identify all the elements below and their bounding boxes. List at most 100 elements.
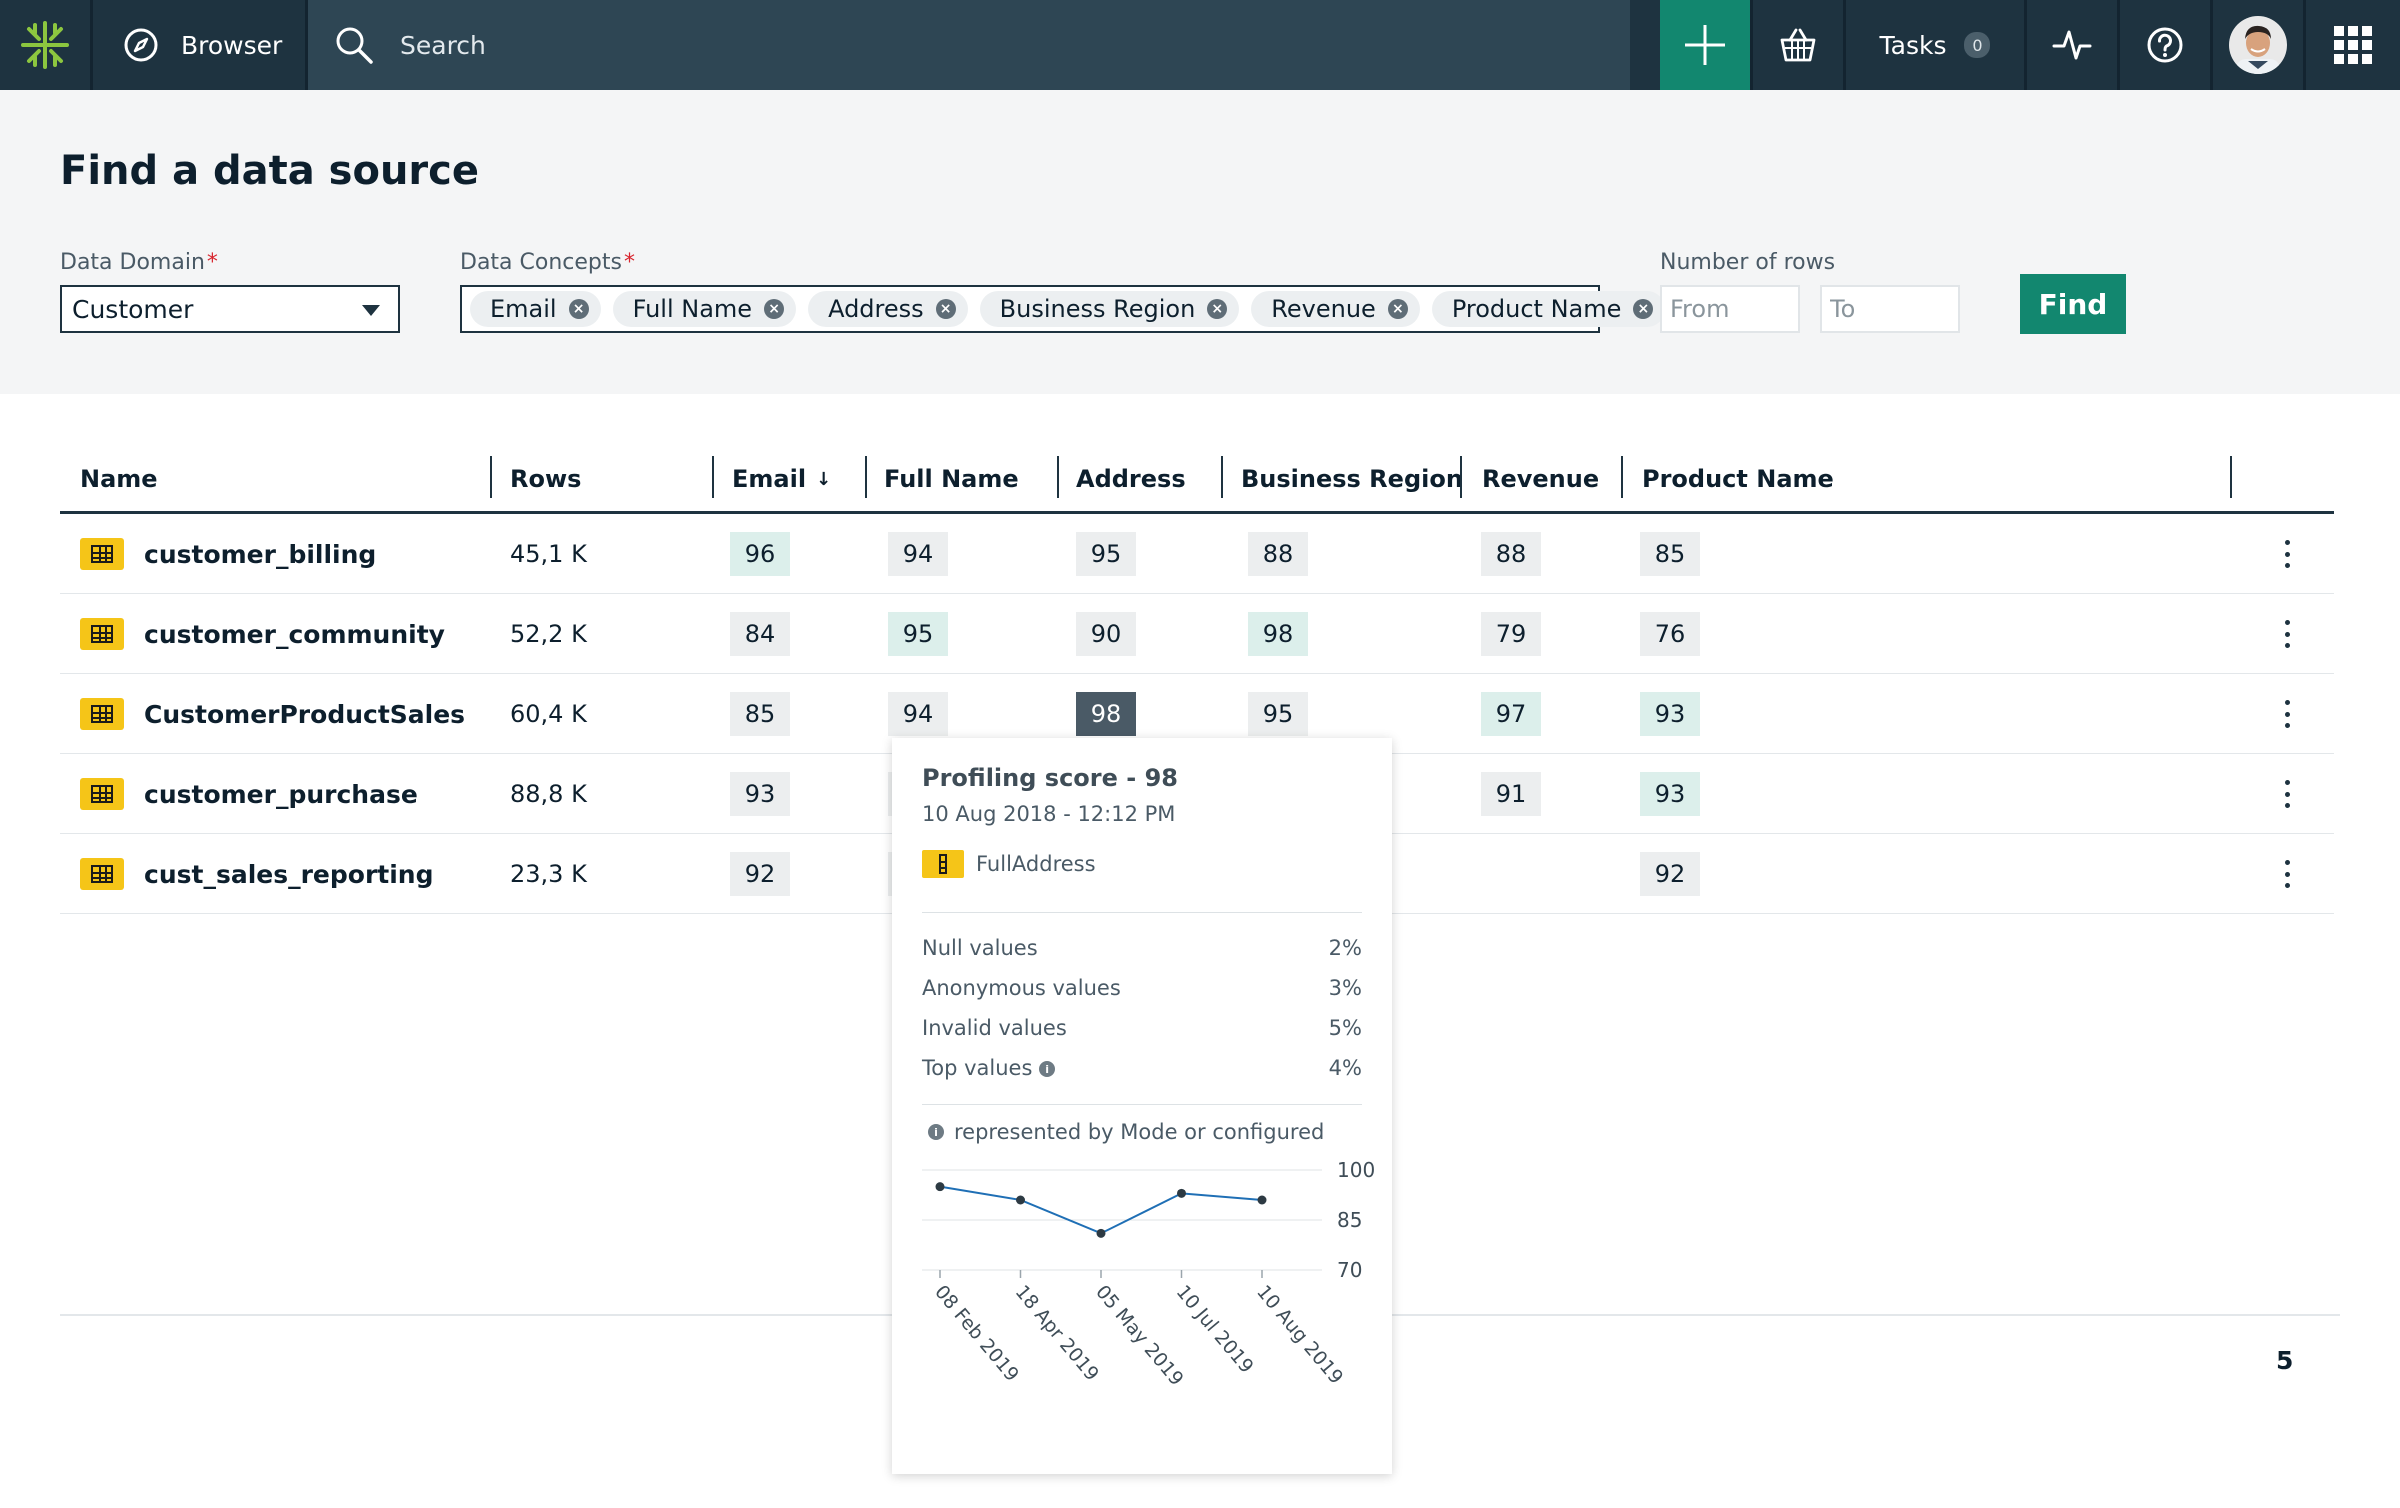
remove-chip-icon[interactable]: × — [568, 299, 589, 319]
score-revenue[interactable]: 79 — [1481, 612, 1541, 656]
y-tick-label: 70 — [1337, 1258, 1362, 1282]
score-business-region[interactable]: 98 — [1248, 612, 1308, 656]
row-menu-icon[interactable] — [2282, 540, 2292, 568]
row-name-cell[interactable]: CustomerProductSales — [80, 674, 465, 754]
activity-icon — [2052, 30, 2092, 60]
score-business-region[interactable]: 95 — [1248, 692, 1308, 736]
score-product-name[interactable]: 76 — [1640, 612, 1700, 656]
remove-chip-icon[interactable]: × — [764, 299, 785, 319]
row-name-cell[interactable]: customer_purchase — [80, 754, 418, 834]
score-address[interactable]: 90 — [1076, 612, 1136, 656]
data-concepts-input[interactable]: Email × Full Name × Address × Business Regi… — [460, 285, 1666, 333]
column-header-revenue[interactable]: Revenue — [1482, 448, 1599, 510]
remove-chip-icon[interactable]: × — [1633, 299, 1654, 319]
info-icon[interactable]: i — [1039, 1061, 1056, 1077]
create-button[interactable] — [1660, 0, 1750, 90]
column-header-email[interactable]: Email ↓ — [732, 448, 831, 510]
data-point[interactable] — [1177, 1188, 1186, 1198]
row-menu-icon[interactable] — [2282, 620, 2292, 648]
data-point[interactable] — [1096, 1228, 1106, 1238]
column-header-name[interactable]: Name — [80, 448, 158, 510]
score-email[interactable]: 93 — [730, 772, 790, 816]
data-point[interactable] — [935, 1182, 945, 1192]
avatar-icon — [2229, 16, 2287, 74]
remove-chip-icon[interactable]: × — [1387, 299, 1408, 319]
help-icon — [2147, 27, 2183, 63]
score-product-name[interactable]: 85 — [1640, 532, 1700, 576]
score-full-name[interactable]: 94 — [888, 692, 948, 736]
score-email[interactable]: 85 — [730, 692, 790, 736]
score-full-name[interactable]: 94 — [888, 532, 948, 576]
row-count: 88,8 K — [510, 780, 587, 808]
score-address-selected[interactable]: 98 — [1076, 692, 1136, 736]
tooltip-date: 10 Aug 2018 - 12:12 PM — [922, 802, 1176, 826]
series-line — [939, 1185, 1263, 1235]
remove-chip-icon[interactable]: × — [1207, 299, 1228, 319]
x-tick-label: 05 May 2019 — [1091, 1281, 1187, 1390]
score-revenue[interactable]: 91 — [1481, 772, 1541, 816]
row-menu-icon[interactable] — [2282, 780, 2292, 808]
rows-to-input[interactable] — [1820, 285, 1960, 333]
score-email[interactable]: 92 — [730, 852, 790, 896]
rows-from-input[interactable] — [1660, 285, 1800, 333]
app-logo[interactable] — [0, 0, 90, 90]
row-name[interactable]: customer_community — [144, 620, 445, 649]
caret-down-icon — [362, 305, 380, 316]
column-header-rows[interactable]: Rows — [510, 448, 581, 510]
user-avatar[interactable] — [2213, 0, 2303, 90]
score-revenue[interactable]: 88 — [1481, 532, 1541, 576]
data-domain-value: Customer — [72, 294, 194, 324]
row-menu-icon[interactable] — [2282, 700, 2292, 728]
score-product-name[interactable]: 92 — [1640, 852, 1700, 896]
pagination-total: 5 — [2276, 1346, 2294, 1375]
row-name-cell[interactable]: cust_sales_reporting — [80, 834, 434, 914]
score-address[interactable]: 95 — [1076, 532, 1136, 576]
score-product-name[interactable]: 93 — [1640, 772, 1700, 816]
column-header-business-region[interactable]: Business Region — [1241, 448, 1463, 510]
search-input[interactable]: Search — [400, 31, 486, 60]
row-menu-icon[interactable] — [2282, 860, 2292, 888]
row-name[interactable]: cust_sales_reporting — [144, 860, 434, 889]
row-name[interactable]: customer_purchase — [144, 780, 418, 809]
table-row[interactable]: customer_billing 45,1 K 96 94 95 88 88 8… — [60, 514, 2334, 594]
table-icon — [80, 858, 124, 890]
row-name[interactable]: CustomerProductSales — [144, 700, 465, 729]
score-full-name[interactable]: 95 — [888, 612, 948, 656]
concept-chip-product-name: Product Name × — [1431, 291, 1666, 327]
basket-icon — [1780, 28, 1816, 62]
stat-anonymous-values: Anonymous values 3% — [922, 976, 1362, 1000]
help-button[interactable] — [2120, 0, 2210, 90]
row-name-cell[interactable]: customer_community — [80, 594, 445, 674]
remove-chip-icon[interactable]: × — [935, 299, 956, 319]
score-email[interactable]: 84 — [730, 612, 790, 656]
tasks-button[interactable]: Tasks 0 — [1846, 0, 2024, 90]
basket-button[interactable] — [1753, 0, 1843, 90]
tasks-label: Tasks — [1879, 30, 1947, 60]
app-switcher-button[interactable] — [2306, 0, 2400, 90]
global-search[interactable]: Search — [308, 0, 1630, 90]
score-revenue[interactable]: 97 — [1481, 692, 1541, 736]
column-header-product-name[interactable]: Product Name — [1642, 448, 1834, 510]
data-domain-label: Data Domain* — [60, 250, 218, 275]
score-email[interactable]: 96 — [730, 532, 790, 576]
stat-invalid-values: Invalid values 5% — [922, 1016, 1362, 1040]
grid-icon — [2334, 26, 2372, 64]
row-name[interactable]: customer_billing — [144, 540, 376, 569]
score-product-name[interactable]: 93 — [1640, 692, 1700, 736]
column-header-address[interactable]: Address — [1076, 448, 1186, 510]
data-point[interactable] — [1257, 1195, 1267, 1205]
data-domain-select[interactable]: Customer — [60, 285, 400, 333]
table-row[interactable]: customer_community 52,2 K 84 95 90 98 79… — [60, 594, 2334, 674]
profiling-score-tooltip: Profiling score - 98 10 Aug 2018 - 12:12… — [892, 738, 1392, 1474]
search-icon — [336, 27, 373, 64]
row-name-cell[interactable]: customer_billing — [80, 514, 376, 594]
concept-chip-address: Address × — [808, 291, 968, 327]
table-header: Name Rows Email ↓ Full Name Address Busi… — [60, 448, 2334, 514]
table-icon — [80, 778, 124, 810]
browser-nav-button[interactable]: Browser — [93, 0, 305, 90]
score-business-region[interactable]: 88 — [1248, 532, 1308, 576]
activity-button[interactable] — [2027, 0, 2117, 90]
data-point[interactable] — [1016, 1195, 1025, 1205]
find-button[interactable]: Find — [2020, 274, 2126, 334]
column-header-full-name[interactable]: Full Name — [884, 448, 1019, 510]
